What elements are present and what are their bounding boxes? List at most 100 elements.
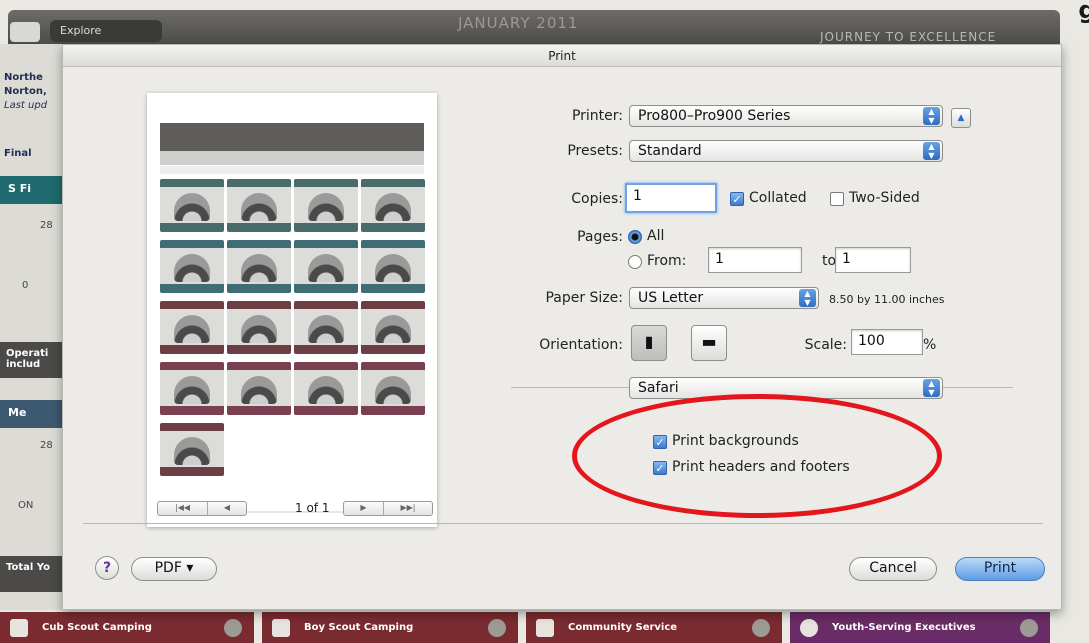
dialog-title: Print — [63, 45, 1061, 67]
copies-field[interactable]: 1 — [625, 183, 717, 213]
status-dot — [224, 618, 242, 637]
gauge-icon — [308, 254, 344, 282]
bottom-tab[interactable]: Boy Scout Camping — [262, 612, 518, 643]
preview-gauge-tile — [294, 240, 358, 293]
left-item: Northe — [4, 72, 43, 83]
left-item: 28 — [40, 440, 53, 451]
explore-button[interactable]: Explore — [50, 20, 162, 42]
pdf-button[interactable]: PDF ▾ — [131, 557, 217, 581]
preview-header — [160, 123, 424, 151]
collated-checkbox[interactable]: ✓ — [730, 192, 744, 206]
gauge-icon — [241, 315, 277, 343]
preview-gauge-tile — [361, 301, 425, 354]
printer-label: Printer: — [571, 108, 623, 124]
presets-select[interactable]: Standard ▲ ▼ — [629, 140, 943, 162]
emblem-icon — [800, 618, 818, 637]
left-section-footer: Total Yo — [0, 556, 64, 592]
gauge-icon — [375, 193, 411, 221]
preview-gauge-tile — [160, 240, 224, 293]
pages-range-radio[interactable] — [628, 255, 642, 269]
next-page-icon[interactable]: ▶ — [344, 502, 384, 515]
gauge-icon — [241, 193, 277, 221]
pages-all-radio[interactable] — [628, 230, 642, 244]
orientation-label: Orientation: — [539, 337, 623, 353]
scout-icon — [272, 618, 290, 637]
gauge-icon — [308, 315, 344, 343]
print-button[interactable]: Print — [955, 557, 1045, 581]
gauge-icon — [375, 376, 411, 404]
scout-icon — [536, 618, 554, 637]
brand-title: JOURNEY TO EXCELLENCE — [820, 30, 997, 44]
print-preview — [147, 93, 437, 527]
gauge-icon — [174, 254, 210, 282]
collated-label: Collated — [749, 190, 807, 206]
two-sided-checkbox[interactable] — [830, 192, 844, 206]
scale-unit: % — [923, 337, 937, 353]
preview-gauge-tile — [294, 301, 358, 354]
left-item: Final — [4, 148, 32, 159]
gauge-icon — [308, 193, 344, 221]
gauge-icon — [241, 254, 277, 282]
status-dot — [1020, 618, 1038, 637]
preview-gauge-tile — [160, 179, 224, 232]
preview-gauge-tile — [160, 362, 224, 415]
preview-gauge-tile — [227, 301, 291, 354]
highlight-ellipse — [572, 394, 942, 518]
first-page-icon[interactable]: |◀◀ — [158, 502, 208, 515]
left-item: 28 — [40, 220, 53, 231]
bottom-tab[interactable]: Cub Scout Camping — [0, 612, 254, 643]
left-item: Norton, — [4, 86, 47, 97]
landscape-orientation-button[interactable]: ▬ — [691, 325, 727, 361]
preview-gauge-tile — [294, 179, 358, 232]
scout-icon — [10, 618, 28, 637]
last-page-icon[interactable]: ▶▶| — [384, 502, 432, 515]
copies-label: Copies: — [571, 191, 623, 207]
preview-subheader — [160, 151, 424, 165]
preview-gauge-tile — [361, 362, 425, 415]
scale-label: Scale: — [804, 337, 847, 353]
portrait-orientation-button[interactable]: ▮ — [631, 325, 667, 361]
paper-size-select[interactable]: US Letter ▲ ▼ — [629, 287, 819, 309]
gauge-icon — [308, 376, 344, 404]
gauge-icon — [174, 193, 210, 221]
pages-label: Pages: — [577, 229, 623, 245]
cancel-button[interactable]: Cancel — [849, 557, 937, 581]
two-sided-label: Two-Sided — [849, 190, 920, 206]
bottom-tab[interactable]: Community Service — [526, 612, 782, 643]
help-button[interactable]: ? — [95, 556, 119, 580]
prev-page-icon[interactable]: ◀ — [208, 502, 246, 515]
print-dialog: Print |◀◀ ◀ 1 of 1 ▶ ▶▶| Printer: Pro800… — [62, 44, 1062, 610]
app-print-button[interactable] — [10, 22, 40, 42]
scale-field[interactable]: 100 — [851, 329, 923, 355]
pager-forward: ▶ ▶▶| — [343, 501, 433, 516]
page-count: 1 of 1 — [295, 501, 330, 515]
collapse-details-button[interactable]: ▲ — [951, 108, 971, 128]
presets-label: Presets: — [567, 143, 623, 159]
preview-gauge-tile — [361, 179, 425, 232]
left-section-header: Me — [0, 400, 64, 428]
pager-back: |◀◀ ◀ — [157, 501, 247, 516]
bottom-tab[interactable]: Youth-Serving Executives — [790, 612, 1050, 643]
preview-gauge-tile — [294, 362, 358, 415]
gauge-icon — [174, 315, 210, 343]
preview-gauge-tile — [227, 362, 291, 415]
left-panel: Northe Norton, Last upd Final S Fi 28 0 … — [0, 44, 64, 610]
left-section-header: S Fi — [0, 176, 64, 204]
preview-gauge-tile — [361, 240, 425, 293]
paper-size-detail: 8.50 by 11.00 inches — [829, 293, 945, 306]
updown-arrow-icon: ▲ ▼ — [799, 289, 816, 307]
printer-select[interactable]: Pro800–Pro900 Series ▲ ▼ — [629, 105, 943, 127]
preview-gauge-tile — [160, 423, 224, 476]
updown-arrow-icon: ▲ ▼ — [923, 107, 940, 125]
pages-to-field[interactable]: 1 — [835, 247, 911, 273]
preview-gauge-tile — [160, 301, 224, 354]
status-dot — [752, 618, 770, 637]
left-item: 0 — [22, 280, 29, 291]
preview-gauge-tile — [227, 179, 291, 232]
gauge-icon — [375, 315, 411, 343]
pages-from-field[interactable]: 1 — [708, 247, 802, 273]
status-dot — [488, 618, 506, 637]
gauge-icon — [174, 437, 210, 465]
gauge-icon — [174, 376, 210, 404]
pages-all-label: All — [647, 228, 665, 244]
